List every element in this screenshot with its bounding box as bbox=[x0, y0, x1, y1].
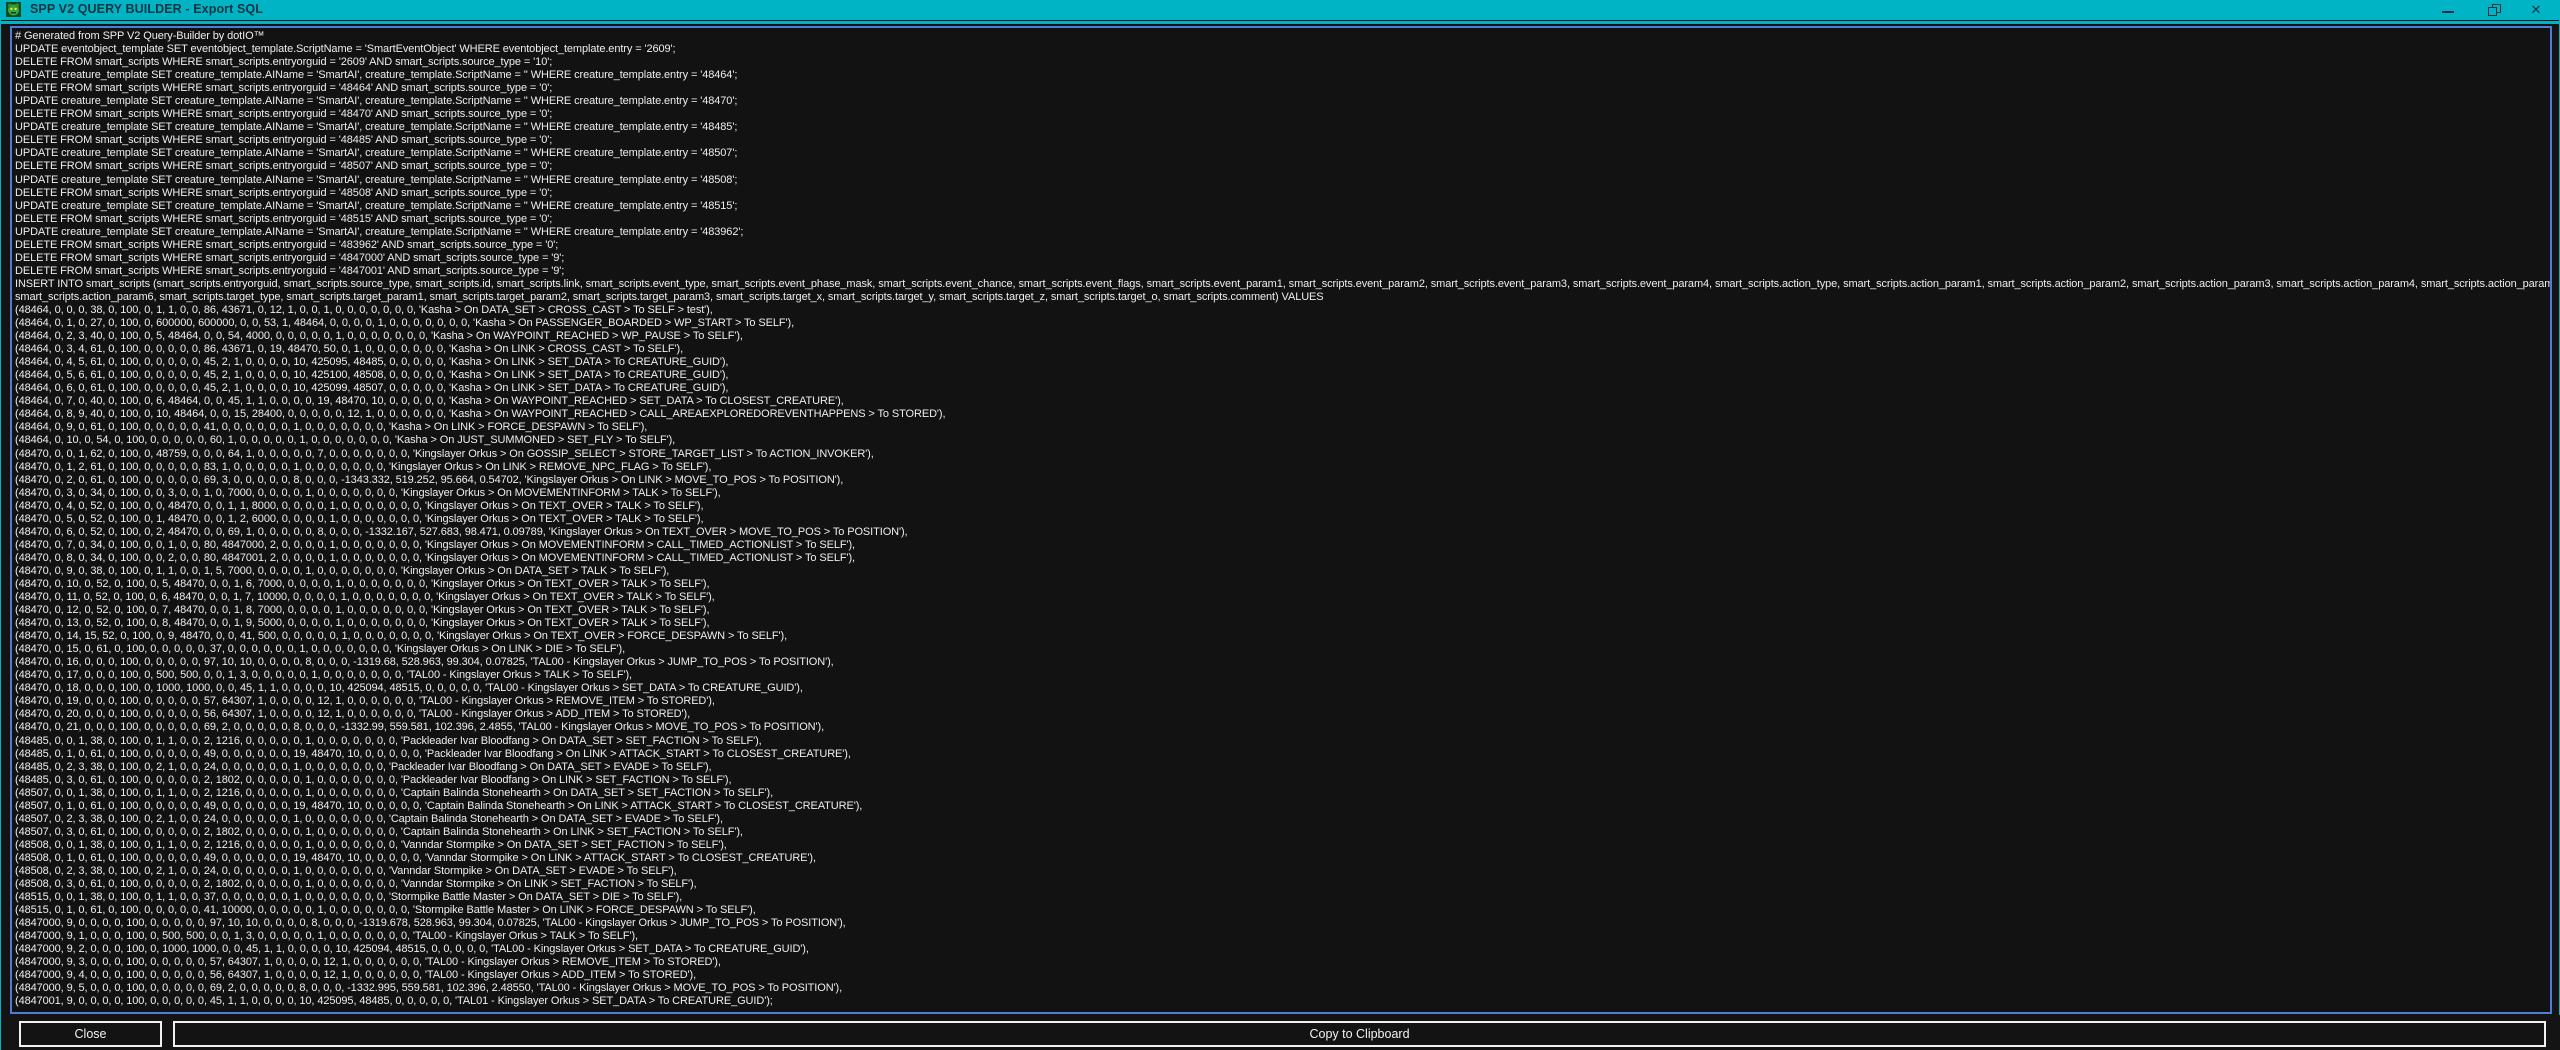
sql-line: DELETE FROM smart_scripts WHERE smart_sc… bbox=[15, 265, 2550, 278]
sql-line: (48515, 0, 0, 1, 38, 0, 100, 0, 1, 1, 0,… bbox=[15, 891, 2550, 904]
sql-line: UPDATE creature_template SET creature_te… bbox=[15, 147, 2550, 160]
sql-line: (48485, 0, 1, 0, 61, 0, 100, 0, 0, 0, 0,… bbox=[15, 748, 2550, 761]
sql-line: (48508, 0, 1, 0, 61, 0, 100, 0, 0, 0, 0,… bbox=[15, 852, 2550, 865]
sql-line: (48485, 0, 3, 0, 61, 0, 100, 0, 0, 0, 0,… bbox=[15, 774, 2550, 787]
sql-line: (48464, 0, 6, 0, 61, 0, 100, 0, 0, 0, 0,… bbox=[15, 382, 2550, 395]
sql-line: (48464, 0, 10, 0, 54, 0, 100, 0, 0, 0, 0… bbox=[15, 434, 2550, 447]
sql-line: (48464, 0, 3, 4, 61, 0, 100, 0, 0, 0, 0,… bbox=[15, 343, 2550, 356]
sql-line: (48470, 0, 15, 0, 61, 0, 100, 0, 0, 0, 0… bbox=[15, 643, 2550, 656]
sql-line: (48470, 0, 9, 0, 38, 0, 100, 0, 1, 1, 0,… bbox=[15, 565, 2550, 578]
sql-line: UPDATE creature_template SET creature_te… bbox=[15, 121, 2550, 134]
sql-line: (48470, 0, 11, 0, 52, 0, 100, 0, 6, 4847… bbox=[15, 591, 2550, 604]
sql-line: (48464, 0, 7, 0, 40, 0, 100, 0, 6, 48464… bbox=[15, 395, 2550, 408]
app-window: SPP V2 QUERY BUILDER - Export SQL ✕ # Ge… bbox=[0, 0, 2560, 1050]
sql-line: smart_scripts.action_param6, smart_scrip… bbox=[15, 291, 2550, 304]
sql-line: (48470, 0, 20, 0, 0, 0, 100, 0, 0, 0, 0,… bbox=[15, 708, 2550, 721]
sql-line: (48470, 0, 14, 15, 52, 0, 100, 0, 9, 484… bbox=[15, 630, 2550, 643]
sql-line: (48470, 0, 5, 0, 52, 0, 100, 0, 1, 48470… bbox=[15, 513, 2550, 526]
sql-line: (48515, 0, 1, 0, 61, 0, 100, 0, 0, 0, 0,… bbox=[15, 904, 2550, 917]
sql-line: (48470, 0, 3, 0, 34, 0, 100, 0, 0, 3, 0,… bbox=[15, 487, 2550, 500]
sql-line: (48507, 0, 0, 1, 38, 0, 100, 0, 1, 1, 0,… bbox=[15, 787, 2550, 800]
title-bar[interactable]: SPP V2 QUERY BUILDER - Export SQL ✕ bbox=[1, 0, 2560, 20]
sql-line: DELETE FROM smart_scripts WHERE smart_sc… bbox=[15, 187, 2550, 200]
sql-line: (48470, 0, 4, 0, 52, 0, 100, 0, 0, 48470… bbox=[15, 500, 2550, 513]
footer-bar: Close Copy to Clipboard bbox=[1, 1015, 2560, 1050]
sql-line: DELETE FROM smart_scripts WHERE smart_sc… bbox=[15, 82, 2550, 95]
sql-line: (48507, 0, 2, 3, 38, 0, 100, 0, 2, 1, 0,… bbox=[15, 813, 2550, 826]
sql-line: (48470, 0, 6, 0, 52, 0, 100, 0, 2, 48470… bbox=[15, 526, 2550, 539]
sql-line: (48508, 0, 0, 1, 38, 0, 100, 0, 1, 1, 0,… bbox=[15, 839, 2550, 852]
sql-line: (48470, 0, 18, 0, 0, 0, 100, 0, 1000, 10… bbox=[15, 682, 2550, 695]
sql-line: (48470, 0, 10, 0, 52, 0, 100, 0, 5, 4847… bbox=[15, 578, 2550, 591]
sql-line: (48507, 0, 3, 0, 61, 0, 100, 0, 0, 0, 0,… bbox=[15, 826, 2550, 839]
sql-line: (4847000, 9, 5, 0, 0, 0, 100, 0, 0, 0, 0… bbox=[15, 982, 2550, 995]
sql-line: (48464, 0, 2, 3, 40, 0, 100, 0, 5, 48464… bbox=[15, 330, 2550, 343]
sql-line: (48470, 0, 7, 0, 34, 0, 100, 0, 0, 1, 0,… bbox=[15, 539, 2550, 552]
sql-line: (48470, 0, 8, 0, 34, 0, 100, 0, 0, 2, 0,… bbox=[15, 552, 2550, 565]
sql-line: (48464, 0, 5, 6, 61, 0, 100, 0, 0, 0, 0,… bbox=[15, 369, 2550, 382]
sql-line: DELETE FROM smart_scripts WHERE smart_sc… bbox=[15, 160, 2550, 173]
sql-line: (48470, 0, 2, 0, 61, 0, 100, 0, 0, 0, 0,… bbox=[15, 474, 2550, 487]
sql-line: (48464, 0, 8, 9, 40, 0, 100, 0, 10, 4846… bbox=[15, 408, 2550, 421]
close-icon: ✕ bbox=[2531, 0, 2542, 20]
sql-line: (4847000, 9, 3, 0, 0, 0, 100, 0, 0, 0, 0… bbox=[15, 956, 2550, 969]
close-button[interactable]: Close bbox=[19, 1021, 162, 1047]
sql-line: (48508, 0, 3, 0, 61, 0, 100, 0, 0, 0, 0,… bbox=[15, 878, 2550, 891]
sql-line: UPDATE creature_template SET creature_te… bbox=[15, 69, 2550, 82]
sql-line: (4847000, 9, 1, 0, 0, 0, 100, 0, 500, 50… bbox=[15, 930, 2550, 943]
maximize-button[interactable] bbox=[2477, 0, 2511, 20]
screen: { "window": { "title": "SPP V2 QUERY BUI… bbox=[0, 0, 2560, 1050]
sql-line: UPDATE creature_template SET creature_te… bbox=[15, 95, 2550, 108]
sql-line: (4847001, 9, 0, 0, 0, 0, 100, 0, 0, 0, 0… bbox=[15, 995, 2550, 1008]
sql-line: (48485, 0, 2, 3, 38, 0, 100, 0, 2, 1, 0,… bbox=[15, 761, 2550, 774]
copy-button-label: Copy to Clipboard bbox=[1309, 1027, 1409, 1041]
sql-line: DELETE FROM smart_scripts WHERE smart_sc… bbox=[15, 213, 2550, 226]
sql-line: (48464, 0, 9, 0, 61, 0, 100, 0, 0, 0, 0,… bbox=[15, 421, 2550, 434]
sql-line: INSERT INTO smart_scripts (smart_scripts… bbox=[15, 278, 2550, 291]
sql-line: (48470, 0, 21, 0, 0, 0, 100, 0, 0, 0, 0,… bbox=[15, 721, 2550, 734]
sql-line: UPDATE creature_template SET creature_te… bbox=[15, 226, 2550, 239]
sql-line: UPDATE creature_template SET creature_te… bbox=[15, 174, 2550, 187]
sql-line: (48470, 0, 12, 0, 52, 0, 100, 0, 7, 4847… bbox=[15, 604, 2550, 617]
sql-line: DELETE FROM smart_scripts WHERE smart_sc… bbox=[15, 239, 2550, 252]
sql-line: DELETE FROM smart_scripts WHERE smart_sc… bbox=[15, 252, 2550, 265]
sql-line: (48470, 0, 0, 1, 62, 0, 100, 0, 48759, 0… bbox=[15, 448, 2550, 461]
sql-line: (48470, 0, 13, 0, 52, 0, 100, 0, 8, 4847… bbox=[15, 617, 2550, 630]
close-button-label: Close bbox=[75, 1027, 107, 1041]
copy-to-clipboard-button[interactable]: Copy to Clipboard bbox=[173, 1021, 2546, 1047]
accent-divider bbox=[1, 21, 2560, 24]
sql-line: UPDATE eventobject_template SET eventobj… bbox=[15, 43, 2550, 56]
sql-line: (48470, 0, 19, 0, 0, 0, 100, 0, 0, 0, 0,… bbox=[15, 695, 2550, 708]
minimize-button[interactable] bbox=[2431, 0, 2465, 20]
close-window-button[interactable]: ✕ bbox=[2519, 0, 2553, 20]
restore-icon bbox=[2488, 4, 2501, 16]
minimize-icon bbox=[2442, 11, 2454, 13]
sql-line: (48508, 0, 2, 3, 38, 0, 100, 0, 2, 1, 0,… bbox=[15, 865, 2550, 878]
sql-line: (4847000, 9, 4, 0, 0, 0, 100, 0, 0, 0, 0… bbox=[15, 969, 2550, 982]
sql-line: (48470, 0, 16, 0, 0, 0, 100, 0, 0, 0, 0,… bbox=[15, 656, 2550, 669]
sql-line: (4847000, 9, 2, 0, 0, 0, 100, 0, 1000, 1… bbox=[15, 943, 2550, 956]
app-icon bbox=[6, 2, 21, 17]
sql-line: (48464, 0, 4, 5, 61, 0, 100, 0, 0, 0, 0,… bbox=[15, 356, 2550, 369]
sql-line: (48464, 0, 1, 0, 27, 0, 100, 0, 600000, … bbox=[15, 317, 2550, 330]
sql-line: DELETE FROM smart_scripts WHERE smart_sc… bbox=[15, 134, 2550, 147]
sql-line: UPDATE creature_template SET creature_te… bbox=[15, 200, 2550, 213]
sql-line: DELETE FROM smart_scripts WHERE smart_sc… bbox=[15, 108, 2550, 121]
sql-output-area[interactable]: # Generated from SPP V2 Query-Builder by… bbox=[10, 26, 2552, 1014]
sql-line: (48485, 0, 0, 1, 38, 0, 100, 0, 1, 1, 0,… bbox=[15, 735, 2550, 748]
sql-line: DELETE FROM smart_scripts WHERE smart_sc… bbox=[15, 56, 2550, 69]
sql-line: # Generated from SPP V2 Query-Builder by… bbox=[15, 30, 2550, 43]
sql-line: (48507, 0, 1, 0, 61, 0, 100, 0, 0, 0, 0,… bbox=[15, 800, 2550, 813]
sql-line: (4847000, 9, 0, 0, 0, 0, 100, 0, 0, 0, 0… bbox=[15, 917, 2550, 930]
sql-line: (48464, 0, 0, 0, 38, 0, 100, 0, 1, 1, 0,… bbox=[15, 304, 2550, 317]
sql-line: (48470, 0, 1, 2, 61, 0, 100, 0, 0, 0, 0,… bbox=[15, 461, 2550, 474]
sql-line: (48470, 0, 17, 0, 0, 0, 100, 0, 500, 500… bbox=[15, 669, 2550, 682]
window-title: SPP V2 QUERY BUILDER - Export SQL bbox=[30, 2, 263, 16]
